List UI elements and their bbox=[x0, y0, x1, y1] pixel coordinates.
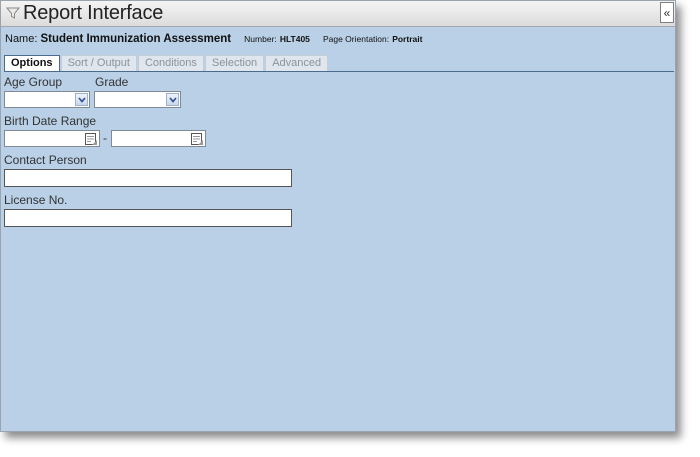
contact-person-label: Contact Person bbox=[4, 153, 87, 167]
report-name: Student Immunization Assessment bbox=[40, 33, 232, 45]
age-group-label: Age Group bbox=[4, 75, 63, 89]
birth-date-range-label: Birth Date Range bbox=[4, 114, 97, 128]
tab-conditions[interactable]: Conditions bbox=[137, 55, 204, 71]
birth-date-to-input[interactable] bbox=[111, 130, 206, 147]
name-label: Name: bbox=[5, 33, 38, 45]
collapse-button[interactable]: « bbox=[660, 2, 674, 23]
birth-date-from-input[interactable] bbox=[4, 130, 100, 147]
tab-selection[interactable]: Selection bbox=[204, 55, 265, 71]
orientation-value: Portrait bbox=[392, 34, 423, 44]
tab-divider bbox=[4, 71, 674, 72]
grade-select[interactable] bbox=[94, 91, 181, 108]
license-no-input[interactable] bbox=[4, 209, 292, 227]
tab-sort-output[interactable]: Sort / Output bbox=[60, 55, 137, 71]
grade-label: Grade bbox=[95, 75, 129, 89]
number-label: Number: bbox=[244, 34, 277, 44]
calendar-icon[interactable] bbox=[190, 132, 204, 146]
report-number: HLT405 bbox=[279, 34, 310, 44]
title-bar: Report Interface « bbox=[1, 1, 675, 27]
tab-bar: Options Sort / Output Conditions Selection A… bbox=[4, 55, 329, 72]
tab-options[interactable]: Options bbox=[4, 55, 60, 72]
age-group-select[interactable] bbox=[4, 91, 90, 108]
tab-advanced[interactable]: Advanced bbox=[265, 55, 329, 71]
license-no-label: License No. bbox=[4, 193, 68, 207]
chevron-down-icon[interactable] bbox=[75, 93, 88, 106]
date-range-separator: - bbox=[103, 131, 107, 145]
funnel-icon bbox=[5, 6, 21, 20]
chevron-down-icon[interactable] bbox=[166, 93, 179, 106]
calendar-icon[interactable] bbox=[84, 132, 98, 146]
window-title: Report Interface bbox=[23, 2, 164, 24]
report-window: Report Interface « Name: Student Immuniz… bbox=[0, 0, 676, 432]
orientation-label: Page Orientation: bbox=[322, 34, 390, 44]
report-info: Name: Student Immunization Assessment Nu… bbox=[5, 33, 432, 45]
contact-person-input[interactable] bbox=[4, 169, 292, 187]
